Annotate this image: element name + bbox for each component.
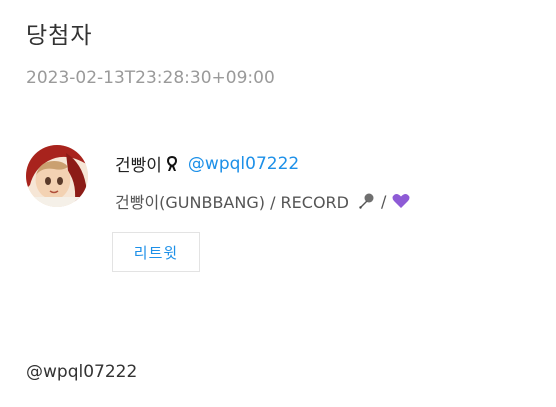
bio-text: 건빵이(GUNBBANG) / RECORD xyxy=(115,193,349,212)
page: 당첨자 2023-02-13T23:28:30+09:00 건빵이 @wpql0… xyxy=(0,0,556,407)
bio-separator: / xyxy=(380,191,387,211)
winner-card: 건빵이 @wpql07222 건빵이(GUNBBANG) / RECORD / xyxy=(26,145,526,275)
avatar-image xyxy=(26,145,88,207)
display-name: 건빵이 xyxy=(115,156,162,176)
purple-heart-icon xyxy=(392,193,410,209)
page-title: 당첨자 xyxy=(26,23,93,49)
microphone-icon xyxy=(357,192,375,210)
bio-line: 건빵이(GUNBBANG) / RECORD / xyxy=(115,189,410,213)
timestamp: 2023-02-13T23:28:30+09:00 xyxy=(26,68,275,88)
ribbon-icon xyxy=(166,155,178,172)
avatar[interactable] xyxy=(26,145,88,207)
retweet-button[interactable]: 리트윗 xyxy=(112,232,200,272)
name-line: 건빵이 @wpql07222 xyxy=(115,151,299,177)
handle-link[interactable]: @wpql07222 xyxy=(188,154,299,174)
mention-text: @wpql07222 xyxy=(26,362,138,382)
